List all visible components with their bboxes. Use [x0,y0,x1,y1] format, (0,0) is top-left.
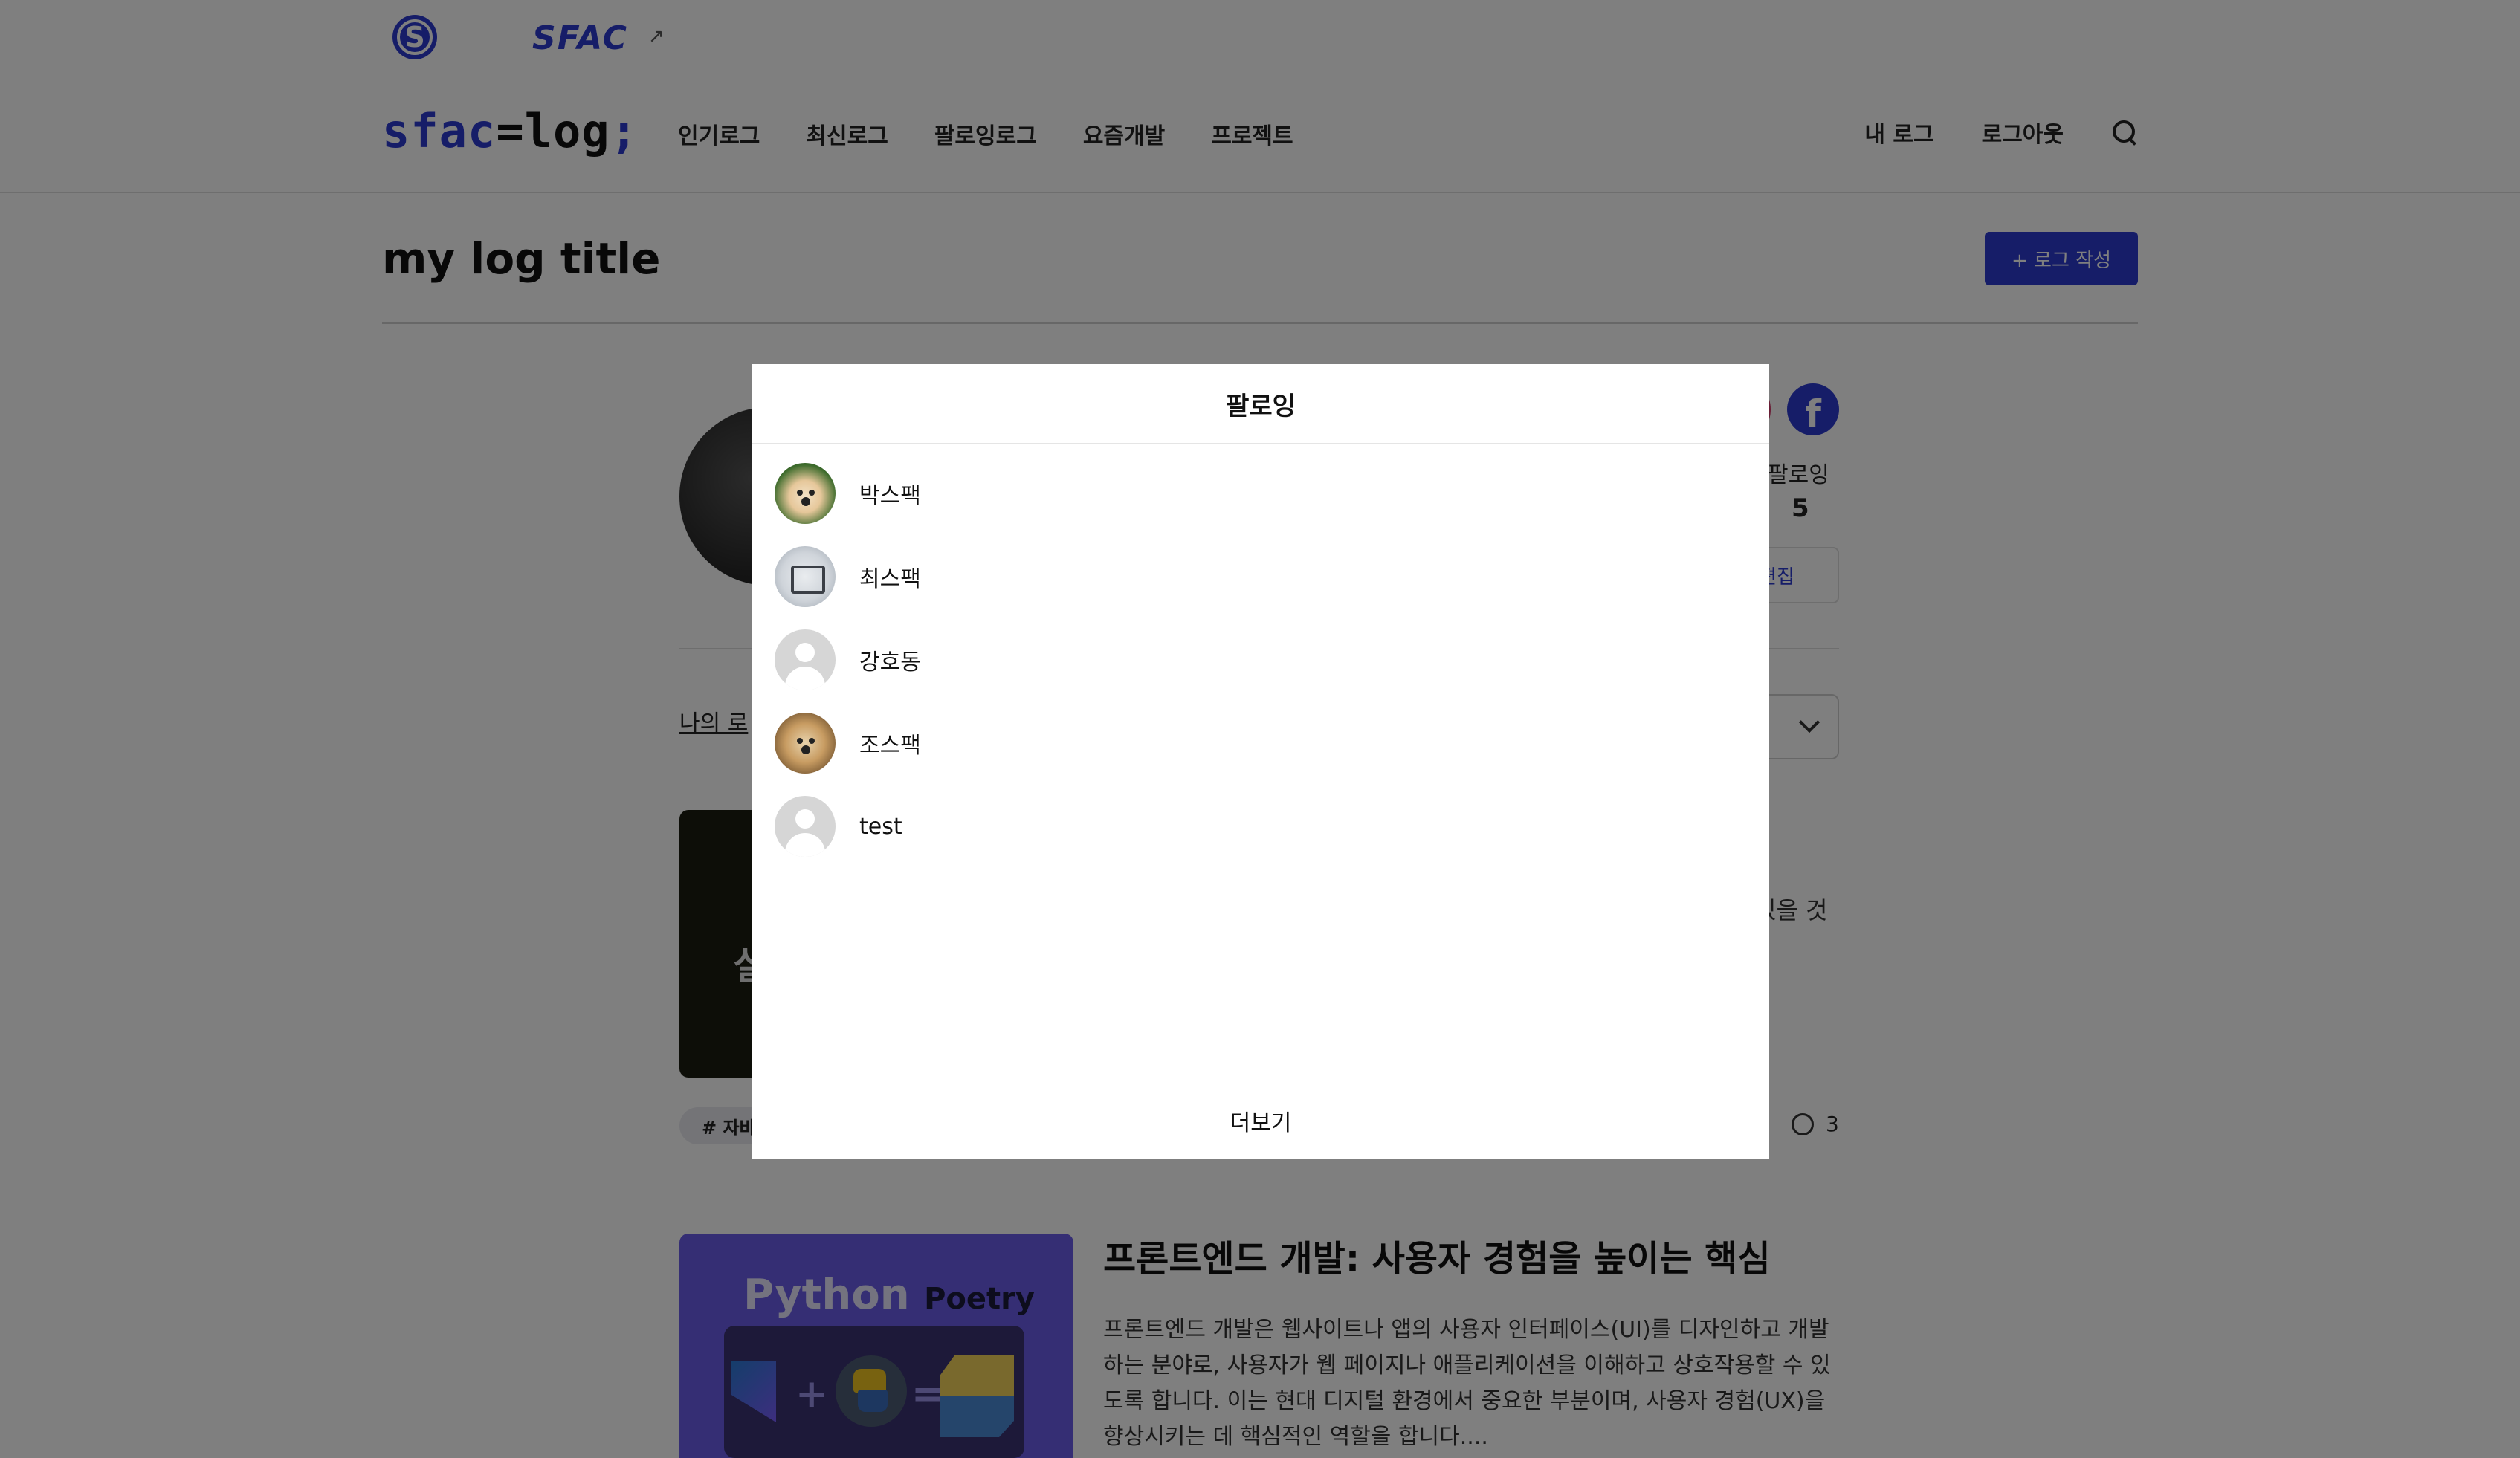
avatar [775,463,836,524]
avatar [775,546,836,607]
following-item[interactable]: test [775,785,1741,868]
following-item[interactable]: 최스팩 [775,535,1741,618]
following-name[interactable]: 강호동 [859,644,921,676]
following-name[interactable]: 최스팩 [859,560,921,593]
default-avatar-icon [775,629,836,690]
modal-title: 팔로잉 [752,364,1769,444]
following-item[interactable]: 강호동 [775,618,1741,702]
more-button[interactable]: 더보기 [752,1104,1769,1137]
following-list: 박스팩 최스팩 강호동 조스팩 test [775,452,1741,868]
avatar [775,713,836,774]
following-name[interactable]: test [859,814,902,840]
following-name[interactable]: 박스팩 [859,477,921,510]
following-item[interactable]: 박스팩 [775,452,1741,535]
page: S SFAC ↗ sfac=log; 인기로그 최신로그 팔로잉로그 요즘개발 … [0,0,2520,1458]
following-name[interactable]: 조스팩 [859,727,921,759]
default-avatar-icon [775,796,836,857]
following-item[interactable]: 조스팩 [775,702,1741,785]
following-modal: 팔로잉 박스팩 최스팩 강호동 조스팩 test 더보기 [752,364,1769,1159]
